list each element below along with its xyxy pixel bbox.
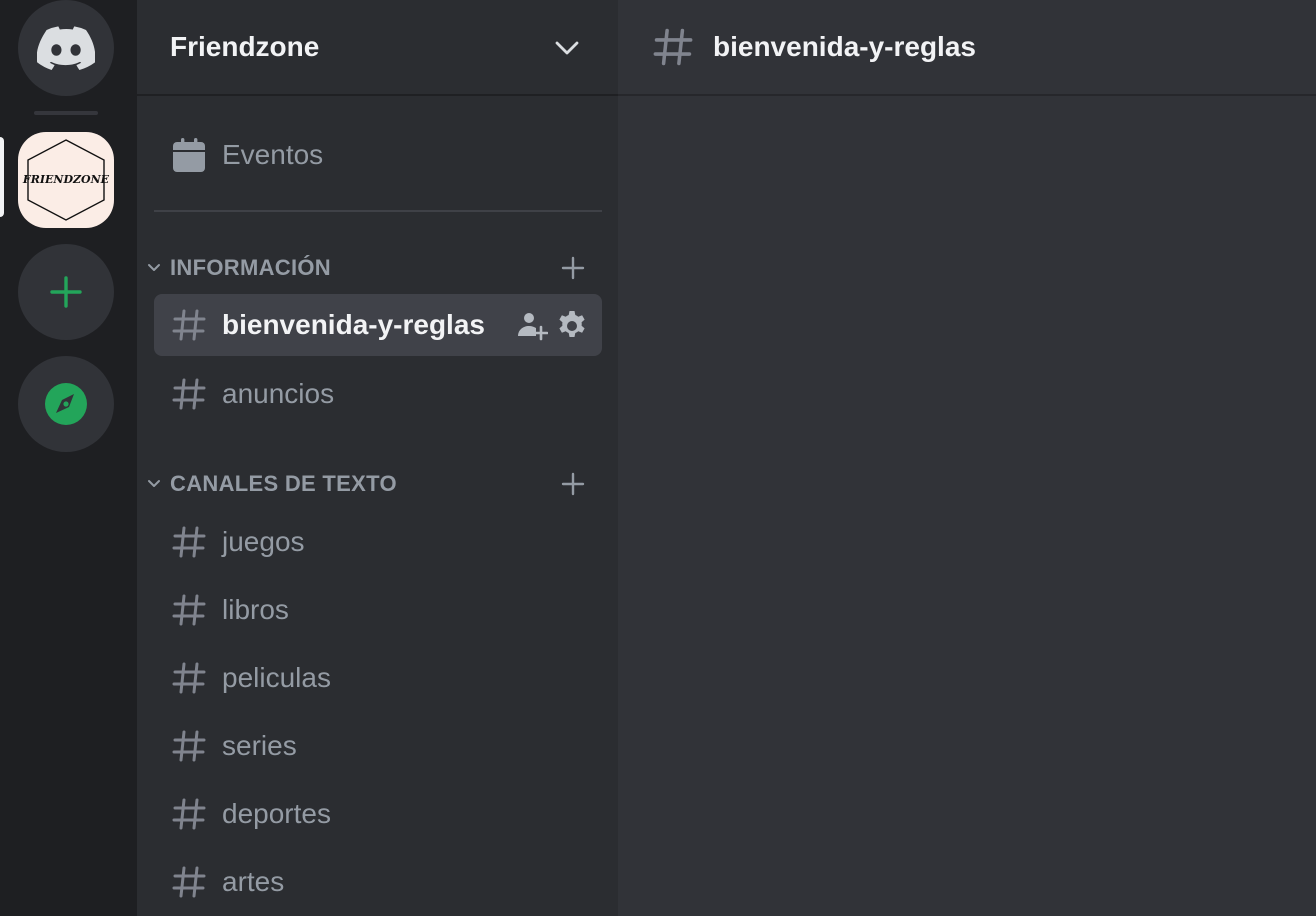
channel-anuncios[interactable]: anuncios [154,363,602,425]
channel-label: juegos [222,526,305,557]
category-label: CANALES DE TEXTO [170,471,397,496]
add-server-button[interactable] [18,244,114,340]
server-logo: FRIENDZONE [22,139,110,221]
channel-actions [516,309,588,341]
server-rail: FRIENDZONE [0,0,137,916]
rail-separator [34,111,98,115]
events-item[interactable]: Eventos [154,124,602,186]
category-label: INFORMACIÓN [170,255,331,280]
calendar-icon [173,138,205,172]
invite-user-icon[interactable] [516,309,548,341]
create-channel-plus-icon[interactable] [561,256,585,280]
channel-label: bienvenida-y-reglas [222,309,485,340]
category-informacion[interactable]: INFORMACIÓN [145,248,605,288]
channel-label: deportes [222,798,331,829]
discord-logo-icon [37,26,95,70]
channel-label: libros [222,594,289,625]
divider [154,210,602,212]
home-button[interactable] [18,0,114,96]
hashtag-icon [172,594,206,626]
server-name: Friendzone [170,31,320,62]
chevron-down-icon [148,480,160,487]
channel-header: bienvenida-y-reglas [618,0,1316,96]
hashtag-icon [172,798,206,830]
chevron-down-icon [148,264,160,271]
channel-juegos[interactable]: juegos [154,511,602,573]
channel-artes[interactable]: artes [154,851,602,913]
channel-peliculas[interactable]: peliculas [154,647,602,709]
category-canales-de-texto[interactable]: CANALES DE TEXTO [145,464,605,504]
hashtag-icon [653,28,693,66]
hashtag-icon [172,526,206,558]
channel-deportes[interactable]: deportes [154,783,602,845]
server-friendzone-button[interactable]: FRIENDZONE [18,132,114,228]
hashtag-icon [172,866,206,898]
plus-icon [50,276,82,308]
explore-servers-button[interactable] [18,356,114,452]
selected-server-indicator [0,137,4,217]
chat-area: bienvenida-y-reglas [618,0,1316,916]
channel-label: artes [222,866,285,897]
channel-label: anuncios [222,378,335,409]
channel-bienvenida-y-reglas[interactable]: bienvenida-y-reglas [154,294,602,356]
channel-label: peliculas [222,662,331,693]
hashtag-icon [172,662,206,694]
server-header[interactable]: Friendzone [137,0,618,96]
gear-icon[interactable] [556,309,588,341]
compass-icon [45,383,87,425]
chevron-down-icon [555,41,579,55]
channel-sidebar: Friendzone Eventos INFORMACIÓN bienvenid… [137,0,618,916]
events-label: Eventos [222,139,324,170]
channel-title: bienvenida-y-reglas [713,31,976,62]
hashtag-icon [172,730,206,762]
channel-libros[interactable]: libros [154,579,602,641]
server-logo-text: FRIENDZONE [22,173,110,186]
hashtag-icon [172,378,206,410]
channel-label: series [222,730,297,761]
hashtag-icon [172,309,206,341]
create-channel-plus-icon[interactable] [561,472,585,496]
channel-series[interactable]: series [154,715,602,777]
